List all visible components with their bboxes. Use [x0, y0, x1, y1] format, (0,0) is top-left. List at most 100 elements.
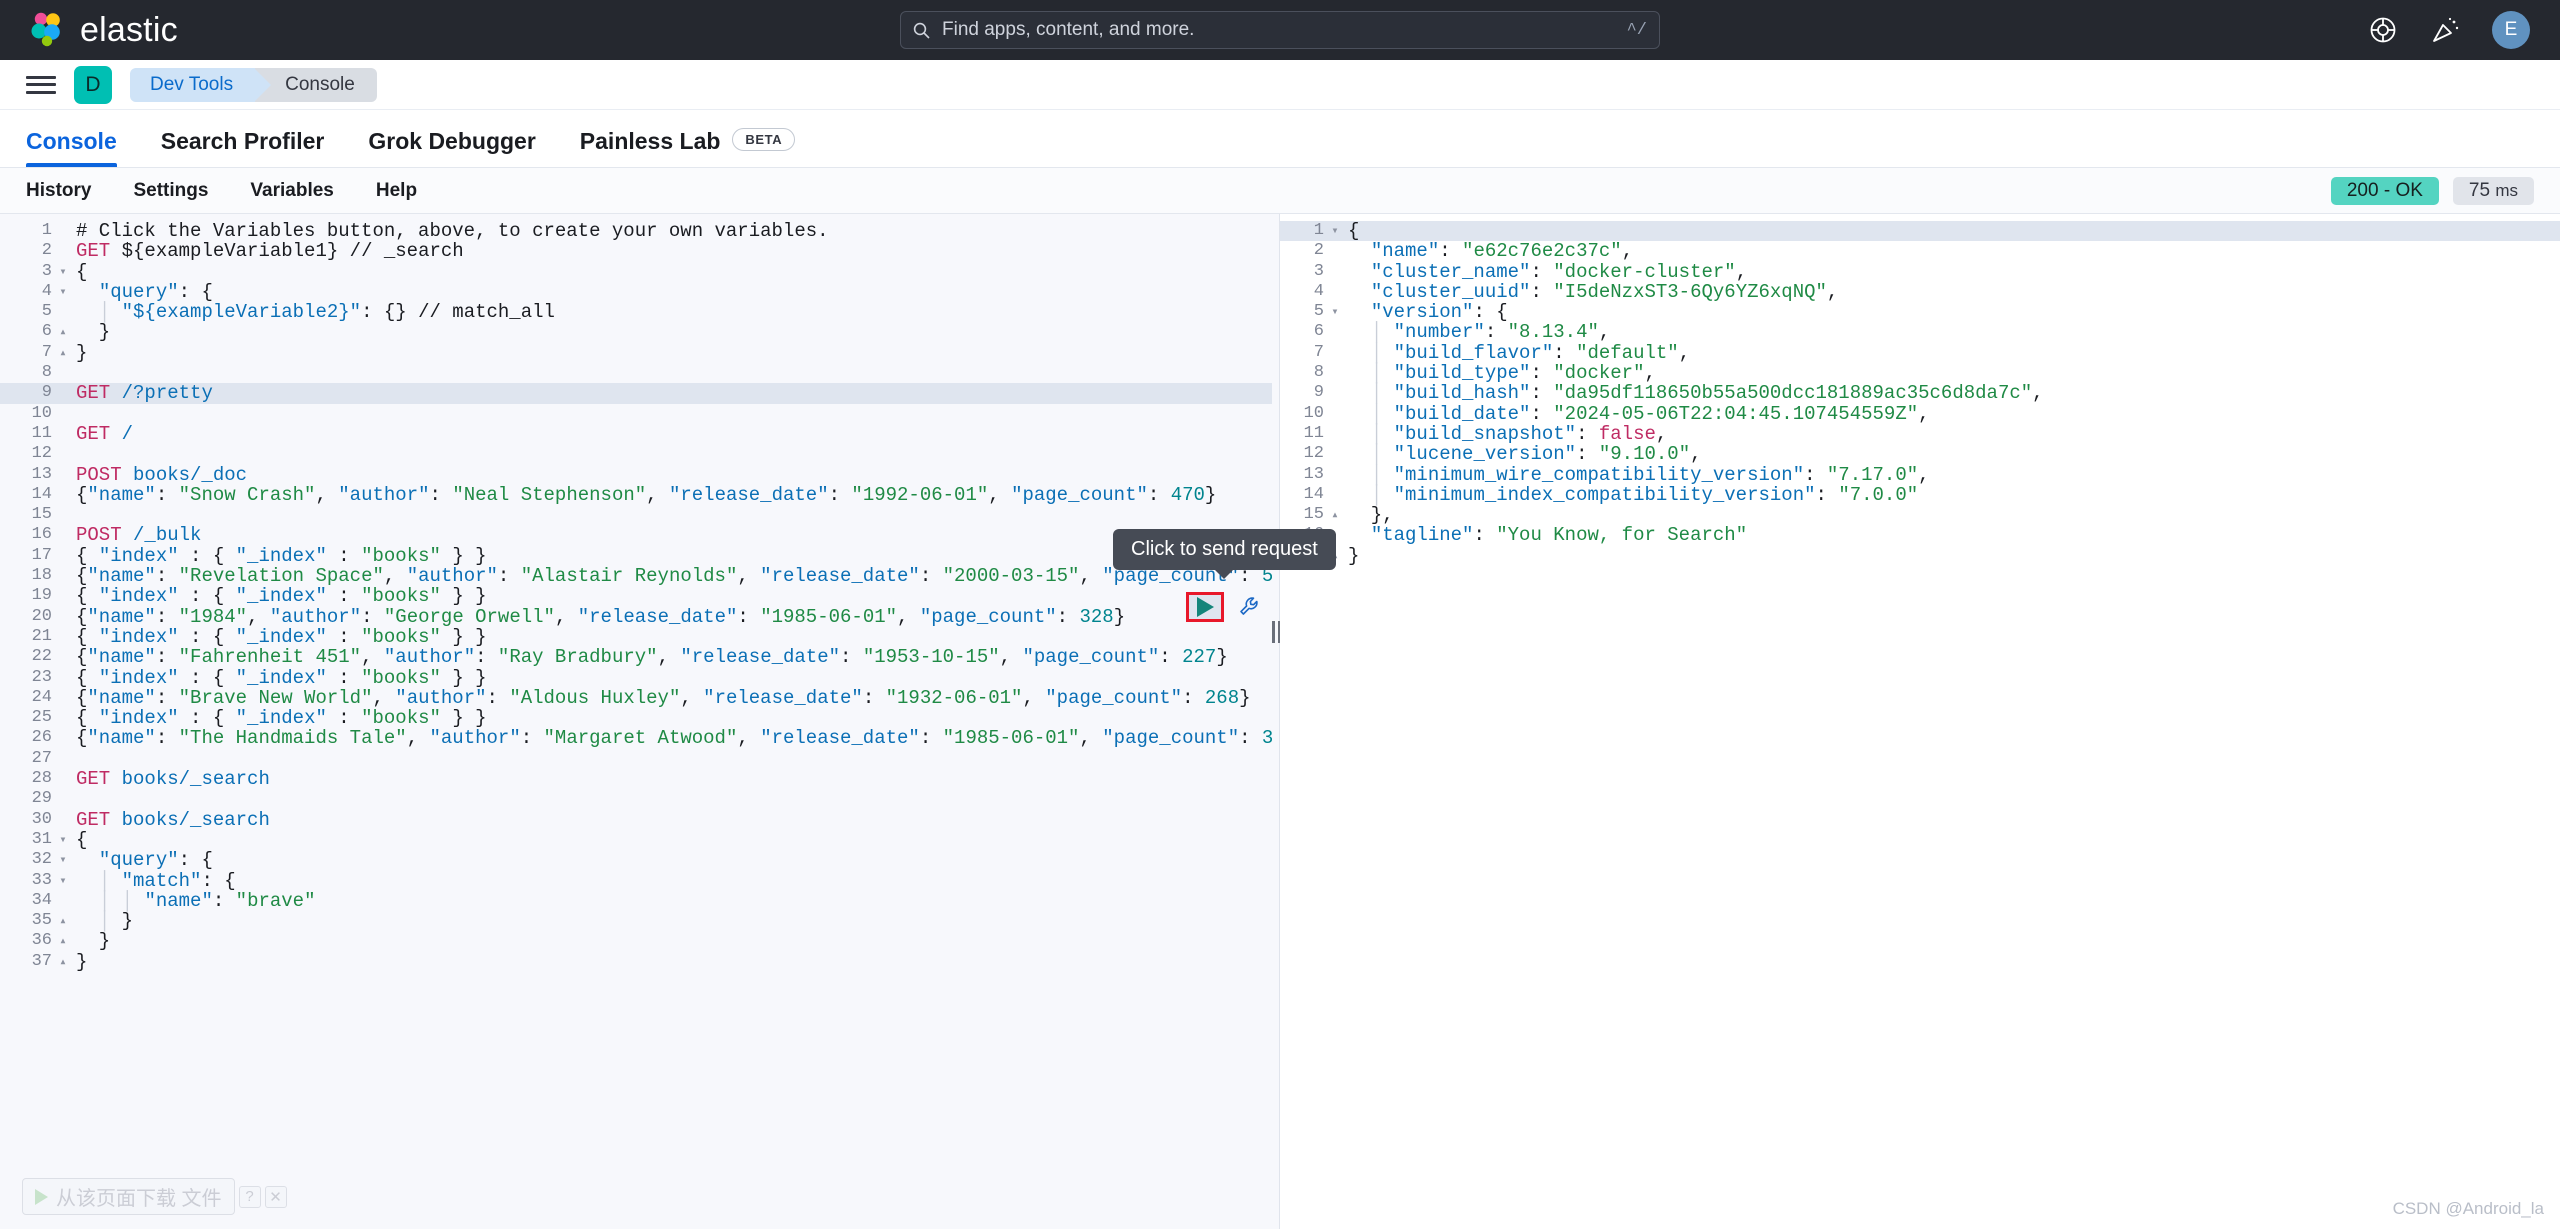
code-line[interactable]: 12 │ "lucene_version": "9.10.0",	[1280, 444, 2560, 464]
space-avatar[interactable]: D	[74, 65, 112, 104]
fold-toggle-icon[interactable]: ▾	[1328, 221, 1342, 241]
code-line[interactable]: 35 ▴ │ }	[0, 911, 1272, 931]
code-line[interactable]: 14 {"name": "Snow Crash", "author": "Neal…	[0, 485, 1272, 505]
code-line[interactable]: 3 "cluster_name": "docker-cluster",	[1280, 261, 2560, 282]
code-line[interactable]: 22 {"name": "Fahrenheit 451", "author": "…	[0, 647, 1272, 667]
wrench-icon[interactable]	[1238, 595, 1262, 619]
fold-toggle-icon[interactable]: ▴	[56, 952, 70, 972]
fold-toggle-icon[interactable]: ▾	[56, 262, 70, 282]
code-line[interactable]: 12	[0, 444, 1272, 464]
code-line[interactable]: 1 ▾ {	[1280, 221, 2560, 242]
download-close-button[interactable]: ✕	[264, 1185, 287, 1208]
code-line[interactable]: 17▴}	[1280, 546, 2560, 566]
code-line[interactable]: 3 ▾ {	[0, 261, 1272, 282]
code-line[interactable]: 11 │ "build_snapshot": false,	[1280, 424, 2560, 444]
code-line[interactable]: 7 │ "build_flavor": "default",	[1280, 343, 2560, 363]
fold-toggle-icon[interactable]: ▴	[56, 322, 70, 342]
code-line[interactable]: 8	[0, 363, 1272, 383]
code-text: │ │ "name": "brave"	[98, 889, 316, 912]
tab-painless-lab[interactable]: Painless Lab BETA	[580, 128, 796, 167]
code-line[interactable]: 18 {"name": "Revelation Space", "author":…	[0, 566, 1272, 586]
code-line[interactable]: 29	[0, 789, 1272, 809]
code-line[interactable]: 10	[0, 404, 1272, 424]
variables-button[interactable]: Variables	[250, 180, 333, 202]
code-line[interactable]: 21 { "index" : { "_index" : "books" } }	[0, 627, 1272, 647]
code-line[interactable]: 7 ▴}	[0, 343, 1272, 363]
code-line[interactable]: 2 GET ${exampleVariable1} // _search	[0, 241, 1272, 261]
code-line[interactable]: 11 GET /	[0, 424, 1272, 444]
response-editor-pane[interactable]: 1 ▾{2 "name": "e62c76e2c37c", 3 "cluster_n…	[1280, 214, 2560, 1229]
code-text: GET books/_search	[76, 808, 270, 831]
code-text: {"name": "1984", "author": "George Orwel…	[76, 605, 1126, 628]
fold-toggle-icon[interactable]: ▾	[56, 850, 70, 870]
code-line[interactable]: 15 ▴ },	[1280, 505, 2560, 525]
code-line[interactable]: 37 ▴}	[0, 952, 1272, 972]
download-help-button[interactable]: ?	[238, 1185, 261, 1208]
code-line[interactable]: 25 { "index" : { "_index" : "books" } }	[0, 708, 1272, 728]
send-request-button[interactable]	[1186, 592, 1224, 622]
code-line[interactable]: 28 GET books/_search	[0, 769, 1272, 789]
code-line[interactable]: 6 ▴ }	[0, 322, 1272, 342]
code-line[interactable]: 31 ▾ {	[0, 830, 1272, 850]
code-line[interactable]: 23 { "index" : { "_index" : "books" } }	[0, 667, 1272, 688]
line-number: 15	[31, 505, 52, 525]
fold-toggle-icon[interactable]: ▾	[56, 830, 70, 850]
code-line[interactable]: 16 "tagline": "You Know, for Search"	[1280, 525, 2560, 545]
code-line[interactable]: 2 "name": "e62c76e2c37c",	[1280, 241, 2560, 261]
code-line[interactable]: 5 │ "${exampleVariable2}": {} // match_a…	[0, 302, 1272, 322]
code-line[interactable]: 10 │ "build_date": "2024-05-06T22:04:45.…	[1280, 404, 2560, 424]
fold-toggle-icon[interactable]: ▾	[56, 871, 70, 891]
code-line[interactable]: 36 ▴ }	[0, 931, 1272, 951]
code-line[interactable]: 33 ▾ │ "match": {	[0, 870, 1272, 891]
code-line[interactable]: 34 │ │ "name": "brave"	[0, 891, 1272, 911]
code-line[interactable]: 19 { "index" : { "_index" : "books" } }	[0, 586, 1272, 606]
code-line[interactable]: 30 GET books/_search	[0, 808, 1272, 831]
fold-toggle-icon[interactable]: ▾	[56, 282, 70, 302]
breadcrumb-item-console[interactable]: Console	[255, 67, 377, 102]
code-line[interactable]: 13 POST books/_doc	[0, 464, 1272, 485]
code-line[interactable]: 20 {"name": "1984", "author": "George Orw…	[0, 605, 1272, 628]
history-button[interactable]: History	[26, 180, 91, 202]
code-line[interactable]: 6 │ "number": "8.13.4",	[1280, 322, 2560, 342]
lifebuoy-icon[interactable]	[2368, 15, 2398, 45]
download-file-button[interactable]: 从该页面下载 文件	[22, 1178, 235, 1215]
tab-grok-debugger[interactable]: Grok Debugger	[368, 128, 535, 167]
line-number: 23	[31, 667, 52, 687]
code-line[interactable]: 24 {"name": "Brave New World", "author": …	[0, 688, 1272, 708]
code-line[interactable]: 1 # Click the Variables button, above, to…	[0, 221, 1272, 241]
fold-toggle-icon[interactable]: ▴	[1328, 505, 1342, 525]
response-status-group: 200 - OK 75 ms	[2330, 176, 2534, 205]
tab-console[interactable]: Console	[26, 128, 117, 167]
tab-search-profiler[interactable]: Search Profiler	[161, 128, 325, 167]
fold-toggle-icon[interactable]: ▾	[1328, 302, 1342, 322]
code-line[interactable]: 13 │ "minimum_wire_compatibility_version…	[1280, 464, 2560, 485]
code-line[interactable]: 32 ▾ "query": {	[0, 850, 1272, 870]
settings-button[interactable]: Settings	[133, 180, 208, 202]
code-text: { "index" : { "_index" : "books" } }	[76, 585, 487, 608]
code-line[interactable]: 15	[0, 505, 1272, 525]
party-popper-icon[interactable]	[2430, 15, 2460, 45]
code-line[interactable]: 9 GET /?pretty	[0, 383, 1272, 404]
code-line[interactable]: 26 {"name": "The Handmaids Tale", "author…	[0, 728, 1272, 748]
user-avatar[interactable]: E	[2492, 11, 2530, 49]
download-file-overlay[interactable]: 从该页面下载 文件 ? ✕	[22, 1178, 287, 1215]
menu-hamburger-icon[interactable]	[26, 73, 56, 97]
code-line[interactable]: 27	[0, 749, 1272, 769]
code-line[interactable]: 17 { "index" : { "_index" : "books" } }	[0, 546, 1272, 566]
code-line[interactable]: 5 ▾ "version": {	[1280, 302, 2560, 322]
code-line[interactable]: 9 │ "build_hash": "da95df118650b55a500dc…	[1280, 383, 2560, 403]
code-line[interactable]: 8 │ "build_type": "docker",	[1280, 363, 2560, 383]
global-search-input[interactable]: Find apps, content, and more. ^/	[900, 11, 1660, 49]
fold-toggle-icon[interactable]: ▴	[56, 911, 70, 931]
code-line[interactable]: 16 POST /_bulk	[0, 525, 1272, 545]
breadcrumb-item-dev-tools[interactable]: Dev Tools	[130, 67, 272, 102]
request-editor-pane[interactable]: 1 # Click the Variables button, above, to…	[0, 214, 1272, 1229]
help-button[interactable]: Help	[376, 180, 417, 202]
code-line[interactable]: 14 │ "minimum_index_compatibility_versio…	[1280, 485, 2560, 505]
code-line[interactable]: 4 ▾ "query": {	[0, 282, 1272, 302]
code-line[interactable]: 4 "cluster_uuid": "I5deNzxST3-6Qy6YZ6xqN…	[1280, 282, 2560, 302]
send-request-tooltip: Click to send request	[1113, 529, 1336, 570]
request-editor-code[interactable]: 1 # Click the Variables button, above, to…	[0, 214, 1272, 972]
fold-toggle-icon[interactable]: ▴	[56, 931, 70, 951]
fold-toggle-icon[interactable]: ▴	[56, 343, 70, 363]
